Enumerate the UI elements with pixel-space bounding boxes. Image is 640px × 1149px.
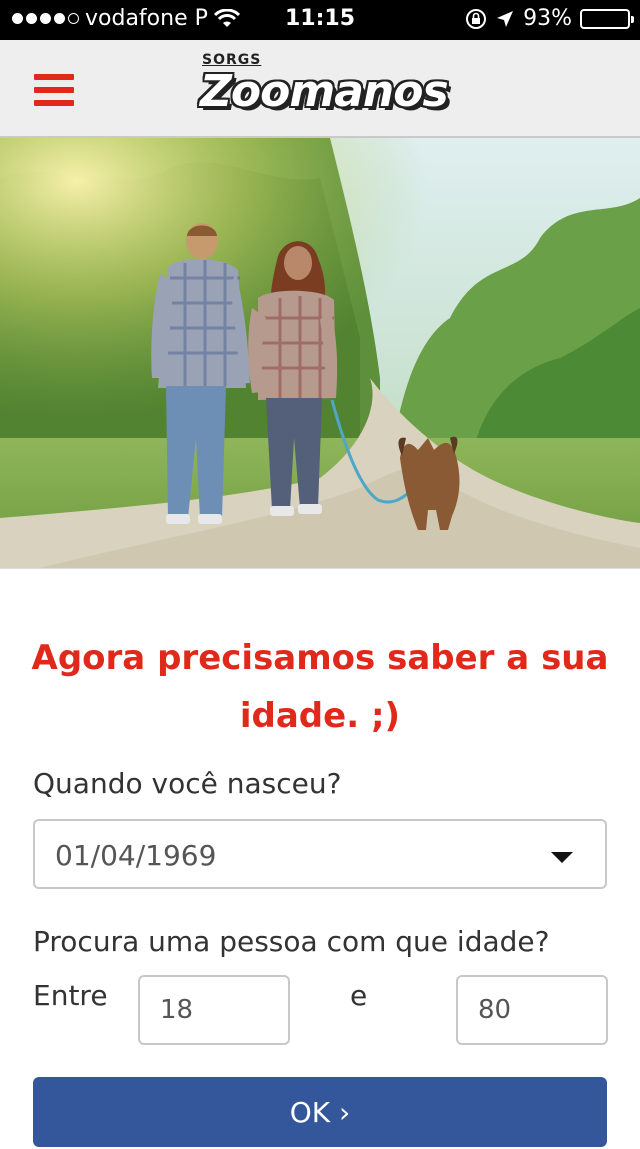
status-bar: vodafone P 11:15 93%: [0, 0, 640, 40]
age-range-label: Procura uma pessoa com que idade?: [33, 925, 550, 958]
hamburger-menu-icon[interactable]: [34, 74, 74, 106]
rotation-lock-icon: [466, 8, 487, 29]
age-min-input[interactable]: [138, 975, 290, 1045]
battery-percent: 93%: [523, 6, 572, 31]
hero-image: [0, 138, 640, 568]
site-logo[interactable]: SORGS Zoomanos: [196, 52, 449, 132]
birth-date-value: 01/04/1969: [55, 839, 217, 872]
top-navbar: SORGS Zoomanos: [0, 40, 640, 138]
dropdown-arrow-icon: [551, 852, 573, 863]
birth-date-label: Quando você nasceu?: [33, 767, 342, 800]
location-arrow-icon: [497, 10, 514, 27]
form-heading: Agora precisamos saber a sua idade. ;): [31, 638, 609, 736]
battery-icon: [580, 8, 634, 29]
and-label: e: [350, 979, 368, 1012]
age-form-card: Agora precisamos saber a sua idade. ;) Q…: [0, 568, 640, 1147]
birth-date-select[interactable]: 01/04/1969: [33, 819, 607, 889]
couple-walking-dog-illustration: [0, 138, 640, 568]
between-label: Entre: [33, 979, 108, 1012]
ok-button[interactable]: OK ›: [33, 1077, 607, 1147]
status-right: 93%: [465, 6, 634, 31]
age-max-input[interactable]: [456, 975, 608, 1045]
logo-main-text: Zoomanos: [200, 66, 449, 117]
